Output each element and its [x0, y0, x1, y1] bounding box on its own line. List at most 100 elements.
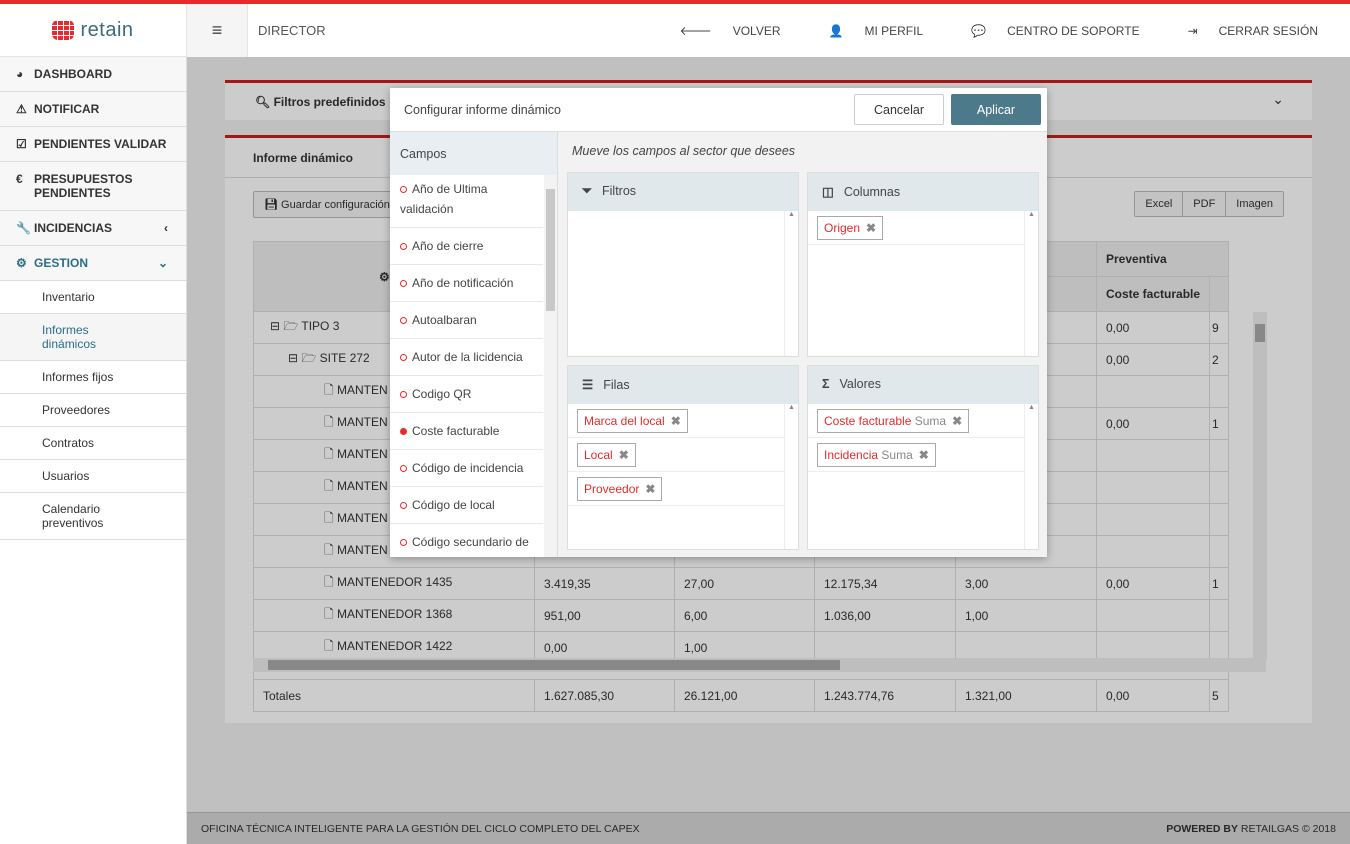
zone-scrollbar[interactable]: ▲	[1024, 404, 1038, 549]
field-item[interactable]: Coste facturable	[390, 413, 543, 450]
list-icon: ☰	[582, 378, 593, 392]
field-label: Codigo QR	[412, 387, 471, 401]
zone-filas[interactable]: ☰Filas▲Marca del local✖Local✖Proveedor✖	[567, 365, 799, 550]
zone-row: Incidencia Suma ✖	[808, 438, 1024, 472]
menu-toggle-button[interactable]: ≡	[187, 4, 248, 57]
remove-icon[interactable]: ✖	[952, 414, 962, 428]
sidebar-icon: ☑	[16, 137, 34, 151]
sidebar-icon: 🔧	[16, 221, 34, 235]
cancel-button[interactable]: Cancelar	[854, 94, 944, 125]
sidebar-subitem[interactable]: Proveedores	[0, 394, 186, 427]
chip-aggregation[interactable]: Suma	[915, 414, 946, 428]
nav-centro-de-soporte[interactable]: 💬CENTRO DE SOPORTE	[971, 24, 1155, 38]
zone-header: ◫Columnas	[808, 173, 1038, 211]
field-item[interactable]: Año de notificación	[390, 265, 543, 302]
chip-aggregation[interactable]: Suma	[881, 448, 912, 462]
sidebar-subitem[interactable]: Informes dinámicos	[0, 314, 186, 361]
zone-title: Filas	[603, 378, 629, 392]
logo[interactable]: retain	[0, 4, 187, 57]
sidebar-icon: ⚠	[16, 102, 34, 116]
field-label: Código de local	[412, 498, 495, 512]
zone-row: Origen✖	[808, 211, 1024, 245]
field-chip[interactable]: Proveedor✖	[577, 477, 662, 501]
unselected-dot-icon	[400, 186, 407, 193]
sidebar-subitem[interactable]: Inventario	[0, 281, 186, 314]
sidebar-icon: ◕	[16, 67, 34, 81]
nav-mi-perfil[interactable]: 👤MI PERFIL	[829, 24, 940, 38]
configure-report-modal: Configurar informe dinámico Cancelar Apl…	[390, 88, 1047, 557]
field-chip[interactable]: Coste facturable Suma ✖	[817, 409, 969, 433]
chat-icon: 💬	[971, 24, 986, 38]
remove-icon[interactable]: ✖	[645, 482, 655, 496]
fields-list-panel: Campos Año de Ultima validaciónAño de ci…	[390, 132, 558, 557]
field-item[interactable]: Año de Ultima validación	[390, 175, 543, 228]
filter-icon: ⏷	[582, 184, 592, 198]
chevron-down-icon: ⌄	[158, 256, 168, 270]
chip-label: Marca del local	[584, 414, 665, 428]
field-chip[interactable]: Marca del local ✖	[577, 409, 688, 433]
field-item[interactable]: Autor de la licidencia	[390, 339, 543, 376]
zone-row: Marca del local ✖	[568, 404, 784, 438]
zone-title: Filtros	[602, 184, 636, 198]
zone-scrollbar[interactable]: ▲	[1024, 211, 1038, 356]
nav-volver[interactable]: 🡐VOLVER	[680, 23, 797, 38]
sign-out-icon: ⇥	[1188, 24, 1198, 38]
field-chip[interactable]: Origen✖	[817, 216, 883, 240]
field-item[interactable]: Codigo QR	[390, 376, 543, 413]
sidebar-item-dashboard[interactable]: ◕DASHBOARD	[0, 57, 186, 92]
sidebar-item-gestion[interactable]: ⚙GESTION⌄	[0, 246, 186, 281]
unselected-dot-icon	[400, 243, 407, 250]
field-label: Autor de la licidencia	[412, 350, 523, 364]
sidebar-item-label: NOTIFICAR	[34, 102, 99, 116]
sidebar-subitem[interactable]: Usuarios	[0, 460, 186, 493]
chip-label: Incidencia	[824, 448, 878, 462]
arrow-left-icon: 🡐	[680, 24, 712, 38]
apply-button[interactable]: Aplicar	[951, 94, 1041, 125]
zone-columnas[interactable]: ◫Columnas▲ Origen✖	[807, 172, 1039, 357]
unselected-dot-icon	[400, 280, 407, 287]
nav-label: CERRAR SESIÓN	[1219, 24, 1318, 38]
remove-icon[interactable]: ✖	[671, 414, 681, 428]
zone-title: Valores	[840, 377, 881, 391]
drop-zones: Mueve los campos al sector que desees ⏷F…	[558, 132, 1047, 557]
zone-filtros[interactable]: ⏷ Filtros ▲	[567, 172, 799, 357]
remove-icon[interactable]: ✖	[619, 448, 629, 462]
field-chip[interactable]: Incidencia Suma ✖	[817, 443, 936, 467]
remove-icon[interactable]: ✖	[866, 221, 876, 235]
field-label: Coste facturable	[412, 424, 499, 438]
field-item[interactable]: Código secundario de local	[390, 524, 543, 557]
sidebar-subitem[interactable]: Calendario preventivos	[0, 493, 186, 540]
user-role: DIRECTOR	[258, 23, 326, 38]
field-item[interactable]: Año de cierre	[390, 228, 543, 265]
zone-header: ⏷ Filtros	[568, 173, 798, 211]
sidebar-item-label: INCIDENCIAS	[34, 221, 112, 235]
zone-scrollbar[interactable]: ▲	[784, 404, 798, 549]
selected-dot-icon	[400, 428, 407, 435]
fields-scrollbar[interactable]	[544, 175, 557, 557]
sidebar-subitem[interactable]: Informes fijos	[0, 361, 186, 394]
zone-scrollbar[interactable]: ▲	[784, 211, 798, 356]
sidebar-item-label: GESTION	[34, 256, 88, 270]
field-label: Año de cierre	[412, 239, 483, 253]
zone-row: Proveedor✖	[568, 472, 784, 506]
sidebar-item-incidencias[interactable]: 🔧INCIDENCIAS‹	[0, 211, 186, 246]
top-nav: 🡐VOLVER 👤MI PERFIL 💬CENTRO DE SOPORTE ⇥ CERR…	[664, 4, 1350, 57]
unselected-dot-icon	[400, 354, 407, 361]
field-label: Año de Ultima validación	[400, 182, 487, 216]
sidebar-item-notificar[interactable]: ⚠NOTIFICAR	[0, 92, 186, 127]
chip-label: Coste facturable	[824, 414, 911, 428]
nav-cerrar-sesión[interactable]: ⇥ CERRAR SESIÓN	[1188, 24, 1334, 38]
remove-icon[interactable]: ✖	[919, 448, 929, 462]
sidebar-item-presupuestos-pendientes[interactable]: €PRESUPUESTOS PENDIENTES	[0, 162, 186, 211]
sidebar-item-pendientes-validar[interactable]: ☑PENDIENTES VALIDAR	[0, 127, 186, 162]
unselected-dot-icon	[400, 317, 407, 324]
sidebar-subitem[interactable]: Contratos	[0, 427, 186, 460]
zone-valores[interactable]: ΣValores▲Coste facturable Suma✖Incidenci…	[807, 365, 1039, 550]
zone-header: ☰ Filas	[568, 366, 798, 404]
field-label: Código de incidencia	[412, 461, 523, 475]
field-item[interactable]: Código de incidencia	[390, 450, 543, 487]
unselected-dot-icon	[400, 539, 407, 546]
field-chip[interactable]: Local✖	[577, 443, 636, 467]
field-item[interactable]: Código de local	[390, 487, 543, 524]
field-item[interactable]: Autoalbaran	[390, 302, 543, 339]
